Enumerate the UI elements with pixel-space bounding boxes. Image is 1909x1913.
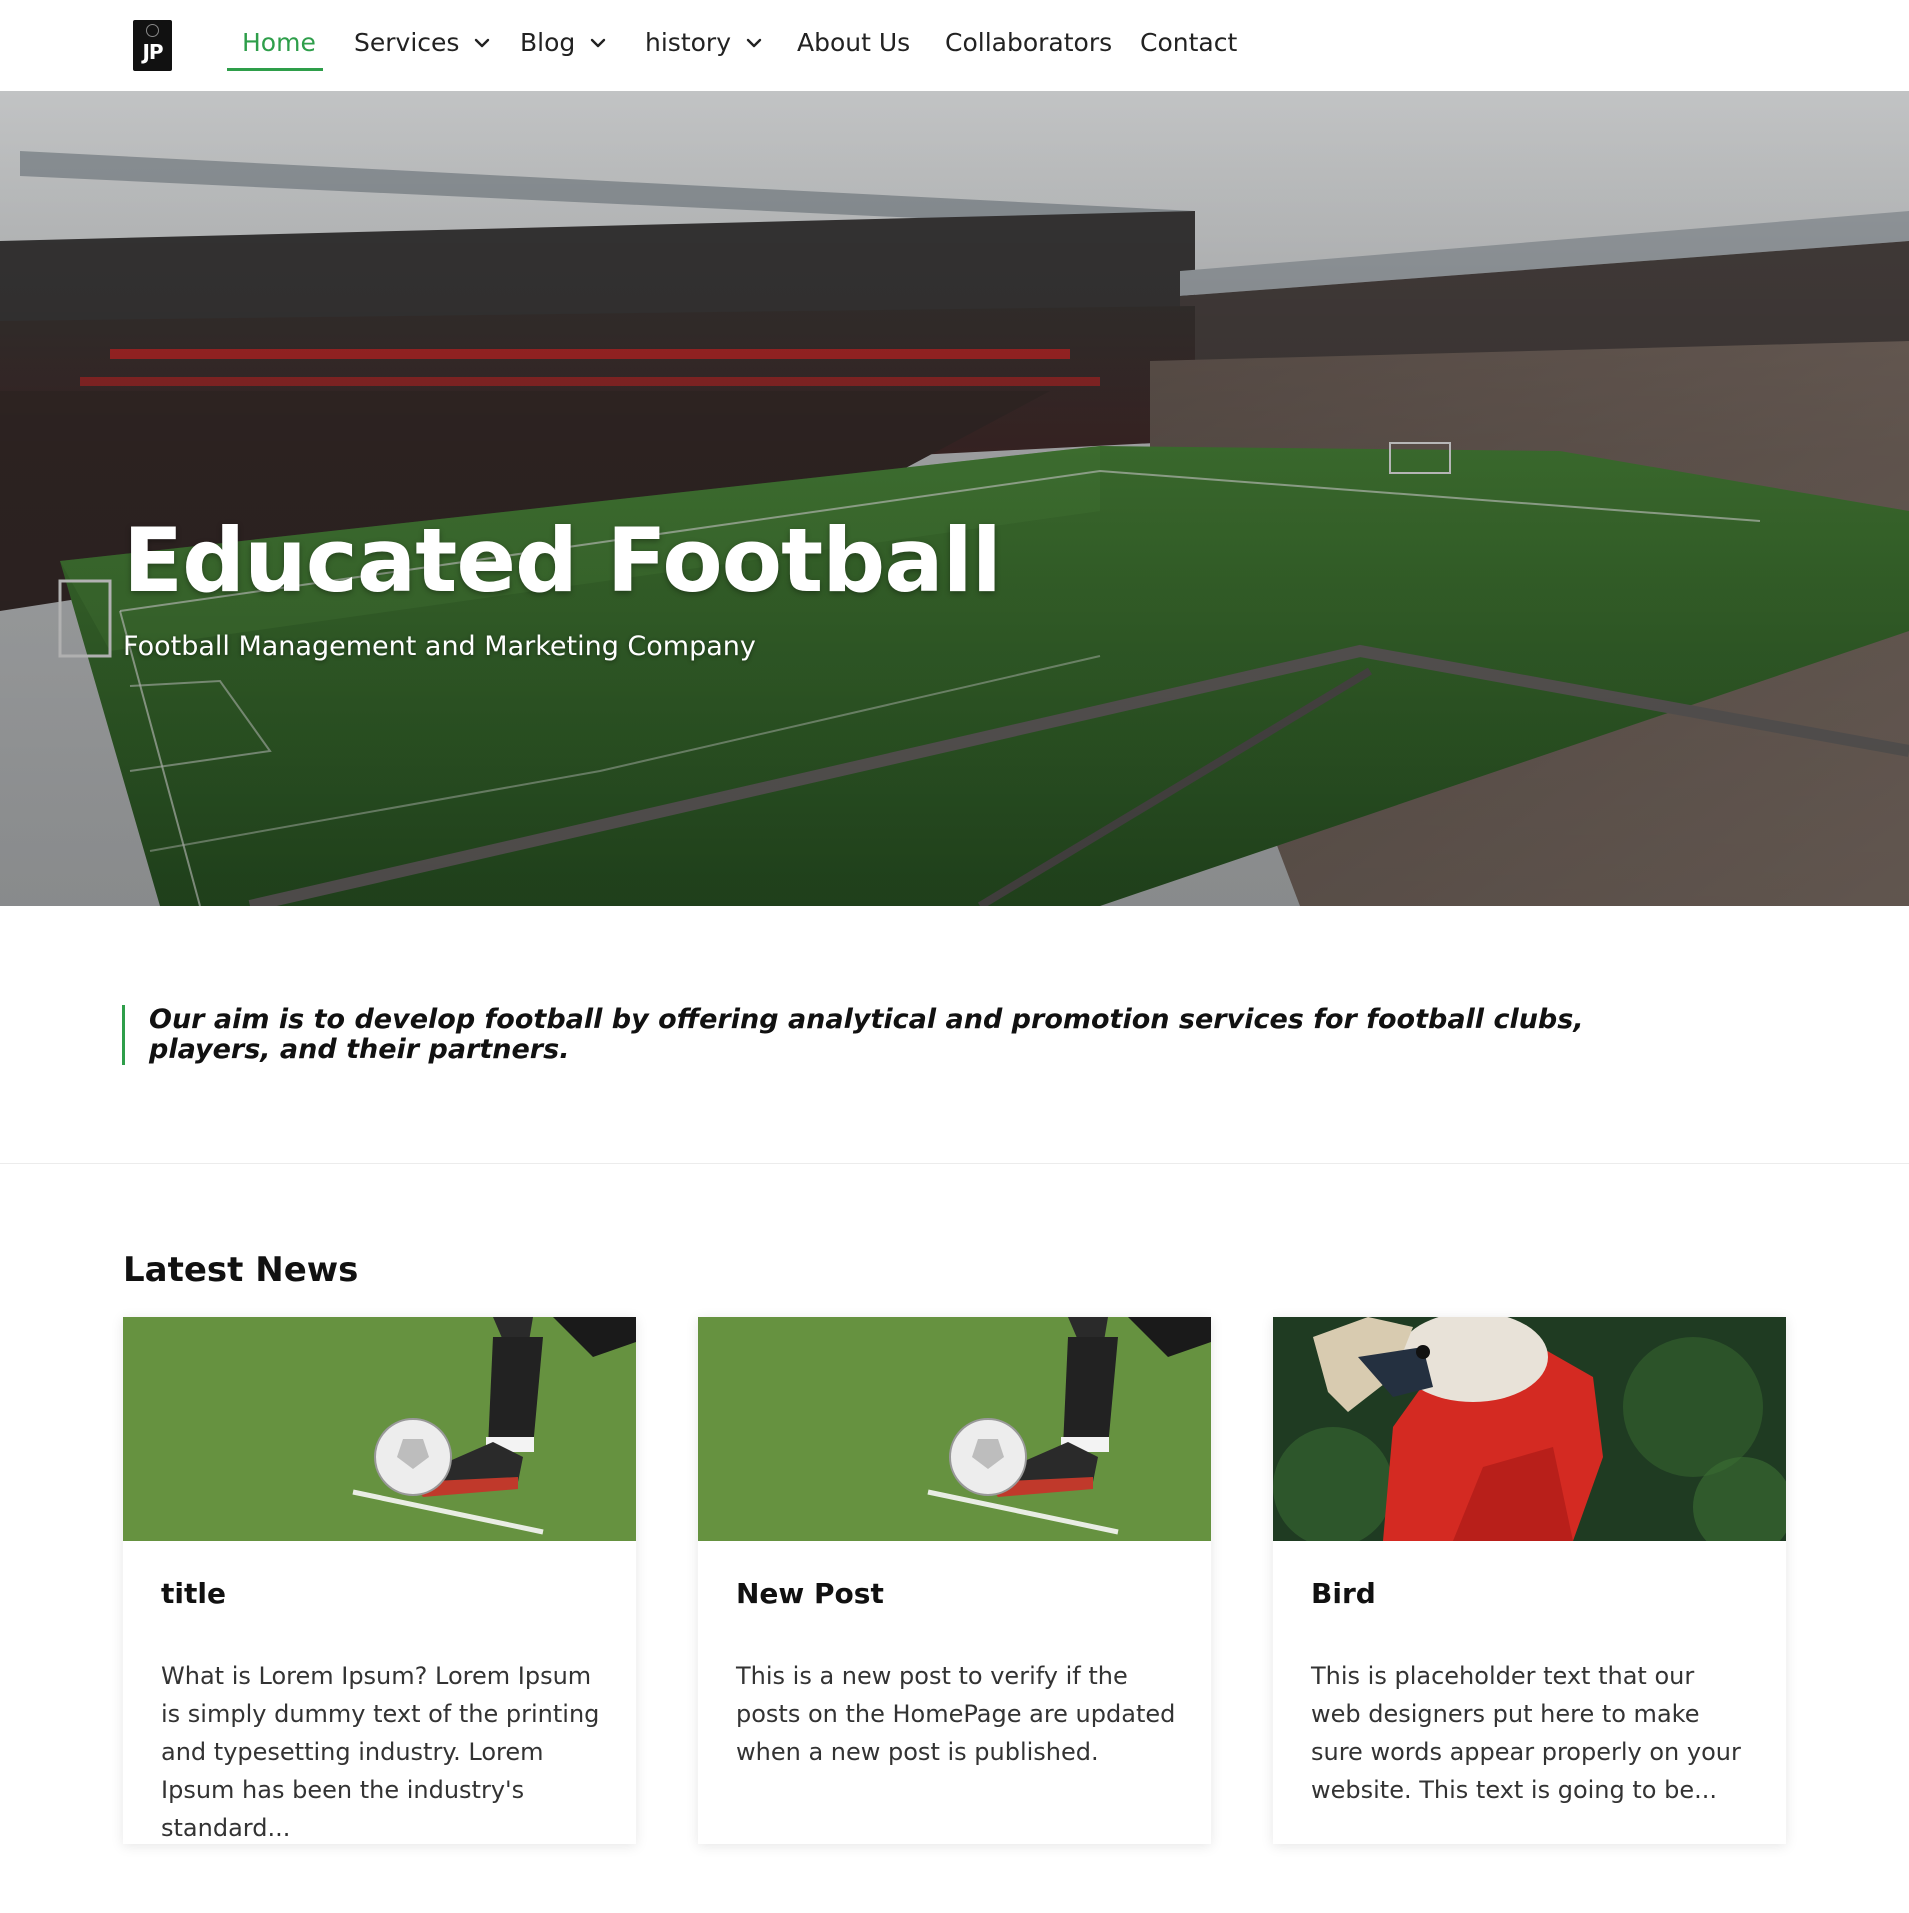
nav-item-label: Services [354,28,460,57]
nav-item-blog[interactable]: Blog [520,28,607,57]
top-navigation: JP Home Services Blog history About Us C… [0,0,1909,91]
nav-item-home[interactable]: Home [242,28,316,57]
news-card-image[interactable] [1273,1317,1786,1541]
nav-item-label: About Us [797,28,911,57]
news-card-excerpt: This is a new post to verify if the post… [736,1662,1176,1766]
news-card-title[interactable]: Bird [1311,1577,1376,1610]
logo-text: JP [142,40,163,64]
football-kick-image [698,1317,1211,1541]
nav-item-label: Collaborators [945,28,1113,57]
football-icon [146,24,159,37]
nav-item-about-us[interactable]: About Us [797,28,910,57]
nav-item-services[interactable]: Services [354,28,491,57]
nav-item-label: Contact [1140,28,1238,57]
hero-title: Educated Football [123,509,1002,612]
site-logo[interactable]: JP [133,20,172,71]
news-card-excerpt: This is placeholder text that our web de… [1311,1662,1741,1804]
chevron-down-icon [475,38,490,47]
news-card[interactable]: Bird This is placeholder text that our w… [1273,1317,1786,1844]
news-card-image[interactable] [698,1317,1211,1541]
nav-item-label: history [645,28,731,57]
news-card-excerpt: What is Lorem Ipsum? Lorem Ipsum is simp… [161,1662,600,1842]
active-nav-underline [227,68,323,71]
nav-item-contact[interactable]: Contact [1140,28,1237,57]
football-kick-image [123,1317,636,1541]
nav-item-label: Home [242,28,316,57]
news-card-image[interactable] [123,1317,636,1541]
hero-banner: Educated Football Football Management an… [0,91,1909,906]
latest-news-heading: Latest News [123,1250,359,1290]
chevron-down-icon [746,38,762,47]
hero-subtitle: Football Management and Marketing Compan… [123,631,756,662]
red-parrot-image [1273,1317,1786,1541]
news-card-title[interactable]: title [161,1577,226,1610]
nav-item-collaborators[interactable]: Collaborators [945,28,1112,57]
news-card-title[interactable]: New Post [736,1577,884,1610]
news-card[interactable]: New Post This is a new post to verify if… [698,1317,1211,1844]
aim-quote: Our aim is to develop football by offeri… [122,1005,1709,1065]
nav-item-label: Blog [520,28,576,57]
chevron-down-icon [591,38,606,47]
section-divider [0,1163,1909,1164]
stadium-background-image [0,91,1909,906]
nav-item-history[interactable]: history [645,28,763,57]
news-card[interactable]: title What is Lorem Ipsum? Lorem Ipsum i… [123,1317,636,1844]
